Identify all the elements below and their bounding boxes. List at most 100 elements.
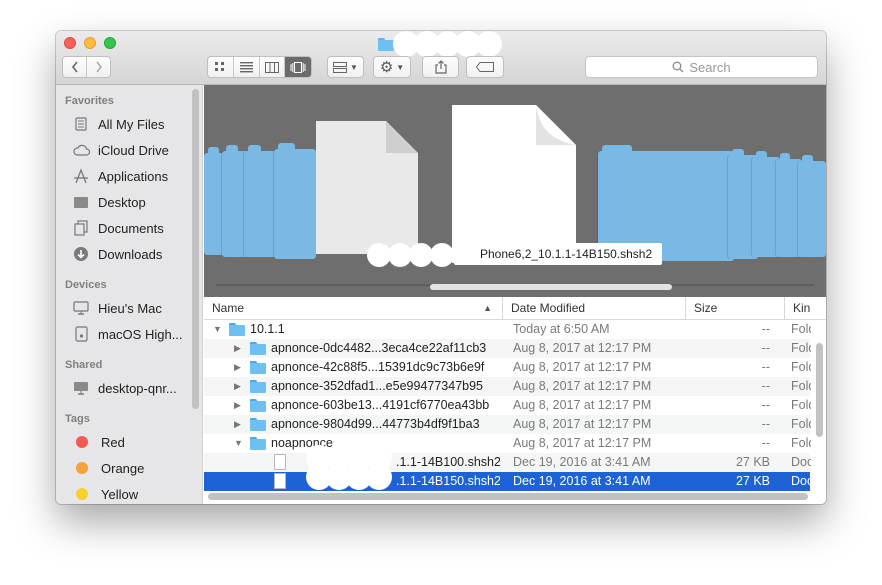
disclosure-closed-icon[interactable]: ▶ <box>234 339 241 358</box>
sidebar-scrollbar[interactable] <box>192 89 199 409</box>
file-size: -- <box>761 322 770 336</box>
cover-flow-folder[interactable] <box>798 155 826 257</box>
disclosure-closed-icon[interactable]: ▶ <box>234 377 241 396</box>
disclosure-closed-icon[interactable]: ▶ <box>234 415 241 434</box>
arrange-button[interactable]: ▼ <box>327 56 364 78</box>
all-files-icon <box>72 116 90 132</box>
table-row[interactable]: ▶ apnonce-0dc4482...3eca4ce22af11cb3 Aug… <box>204 339 811 358</box>
disclosure-open-icon[interactable]: ▼ <box>234 434 243 453</box>
file-kind: Fold <box>791 322 811 336</box>
sidebar-heading-devices: Devices <box>65 279 107 291</box>
search-icon <box>672 61 684 73</box>
sidebar-item-label: desktop-qnr... <box>98 380 177 396</box>
file-list: Name ▲ Date Modified Size Kin ▼ 10.1.1 T… <box>204 297 826 504</box>
tags-button[interactable] <box>466 56 504 78</box>
file-size: -- <box>761 341 770 355</box>
finder-window: ▼ ⚙ ▼ Search Favorites All My Files iClo… <box>56 31 826 504</box>
disclosure-closed-icon[interactable]: ▶ <box>234 358 241 377</box>
column-header-name[interactable]: Name ▲ <box>204 297 502 319</box>
sidebar-item-downloads[interactable]: Downloads <box>72 244 162 264</box>
tag-color-dot-icon <box>76 488 88 500</box>
sidebar-item-label: Desktop <box>98 194 146 210</box>
sidebar-item-desktop[interactable]: Desktop <box>72 192 146 212</box>
list-horizontal-scrollbar[interactable] <box>208 493 808 500</box>
close-window-button[interactable] <box>64 37 76 49</box>
table-row[interactable]: ▶ apnonce-42c88f5...15391dc9c73b6e9f Aug… <box>204 358 811 377</box>
zoom-window-button[interactable] <box>104 37 116 49</box>
sidebar-item-label: Hieu's Mac <box>98 300 162 316</box>
sidebar-item-tag-orange[interactable]: Orange <box>72 458 144 478</box>
sidebar-item-documents[interactable]: Documents <box>72 218 164 238</box>
file-size: -- <box>761 398 770 412</box>
list-vertical-scrollbar[interactable] <box>816 343 823 437</box>
selected-document-icon[interactable] <box>452 105 576 263</box>
column-header-kind[interactable]: Kin <box>784 297 826 319</box>
column-header-label: Kin <box>793 301 811 315</box>
sidebar-item-desktop-qnr[interactable]: desktop-qnr... <box>72 378 177 398</box>
icon-view-icon <box>215 62 225 71</box>
column-header-label: Size <box>694 301 718 315</box>
table-row[interactable]: ▶ apnonce-9804d99...44773b4df9f1ba3 Aug … <box>204 415 811 434</box>
file-date: Aug 8, 2017 at 12:17 PM <box>513 379 652 393</box>
file-size: -- <box>761 360 770 374</box>
sidebar-item-icloud-drive[interactable]: iCloud Drive <box>72 140 169 160</box>
column-header-size[interactable]: Size <box>685 297 784 319</box>
table-row-selected[interactable]: .1.1-14B150.shsh2 Dec 19, 2016 at 3:41 A… <box>204 464 811 491</box>
folder-icon <box>250 437 266 450</box>
sidebar-item-tag-red[interactable]: Red <box>72 432 125 452</box>
table-row[interactable]: .1.1-14B100.shsh2 Dec 19, 2016 at 3:41 A… <box>204 445 811 472</box>
sidebar-heading-tags: Tags <box>65 413 90 425</box>
chevron-down-icon: ▼ <box>350 62 358 72</box>
sidebar: Favorites All My Files iCloud Drive Appl… <box>56 85 203 504</box>
share-button[interactable] <box>422 56 459 78</box>
column-header-label: Name <box>212 301 245 315</box>
list-view-icon <box>239 61 253 72</box>
document-icon[interactable] <box>316 121 418 254</box>
sidebar-heading-shared: Shared <box>65 359 103 371</box>
action-button[interactable]: ⚙ ▼ <box>373 56 411 78</box>
back-button[interactable] <box>63 57 88 77</box>
file-name: apnonce-603be13...4191cf6770ea43bb <box>271 398 490 412</box>
file-size: -- <box>761 417 770 431</box>
tag-color-dot-icon <box>76 462 88 474</box>
sidebar-item-label: Orange <box>101 460 145 476</box>
cover-flow-folder[interactable] <box>274 143 316 259</box>
cover-flow-scrollbar[interactable] <box>430 284 672 290</box>
column-header-date[interactable]: Date Modified <box>502 297 685 319</box>
chevron-right-icon <box>96 61 102 73</box>
table-row[interactable]: ▶ apnonce-603be13...4191cf6770ea43bb Aug… <box>204 396 811 415</box>
file-name: .1.1-14B100.shsh2 <box>396 455 500 469</box>
disclosure-closed-icon[interactable]: ▶ <box>234 396 241 415</box>
table-row[interactable]: ▶ apnonce-352dfad1...e5e99477347b95 Aug … <box>204 377 811 396</box>
sidebar-heading-favorites: Favorites <box>65 95 114 107</box>
disclosure-open-icon[interactable]: ▼ <box>213 320 222 339</box>
sidebar-item-applications[interactable]: Applications <box>72 166 168 186</box>
file-kind: Fold <box>791 341 811 355</box>
search-field[interactable]: Search <box>585 56 818 78</box>
forward-button[interactable] <box>87 57 110 77</box>
sidebar-item-macos-high[interactable]: macOS High... <box>72 324 183 344</box>
cover-flow-view-button[interactable] <box>285 57 311 77</box>
table-row[interactable]: ▼ 10.1.1 Today at 6:50 AM -- Fold <box>204 320 811 339</box>
folder-icon <box>378 37 394 51</box>
arrange-icon <box>333 61 348 73</box>
file-date: Aug 8, 2017 at 12:17 PM <box>513 341 652 355</box>
table-row[interactable]: ▼ noapnonce Aug 8, 2017 at 12:17 PM -- F… <box>204 434 811 453</box>
cover-flow-pane[interactable]: Phone6,2_10.1.1-14B150.shsh2 <box>204 85 826 297</box>
search-placeholder: Search <box>689 59 731 75</box>
minimize-window-button[interactable] <box>84 37 96 49</box>
cover-flow-folder[interactable] <box>244 145 276 257</box>
sidebar-item-all-my-files[interactable]: All My Files <box>72 114 164 134</box>
tag-icon <box>476 62 494 72</box>
file-date: Dec 19, 2016 at 3:41 AM <box>513 474 651 488</box>
sidebar-item-hieus-mac[interactable]: Hieu's Mac <box>72 298 162 318</box>
file-date: Today at 6:50 AM <box>513 322 610 336</box>
column-view-button[interactable] <box>260 57 286 77</box>
tag-color-dot-icon <box>76 436 88 448</box>
cloud-icon <box>72 142 90 158</box>
sidebar-item-label: Yellow <box>101 486 139 502</box>
list-view-button[interactable] <box>234 57 260 77</box>
file-kind: Fold <box>791 417 811 431</box>
icon-view-button[interactable] <box>208 57 234 77</box>
sidebar-item-tag-yellow[interactable]: Yellow <box>72 484 138 504</box>
